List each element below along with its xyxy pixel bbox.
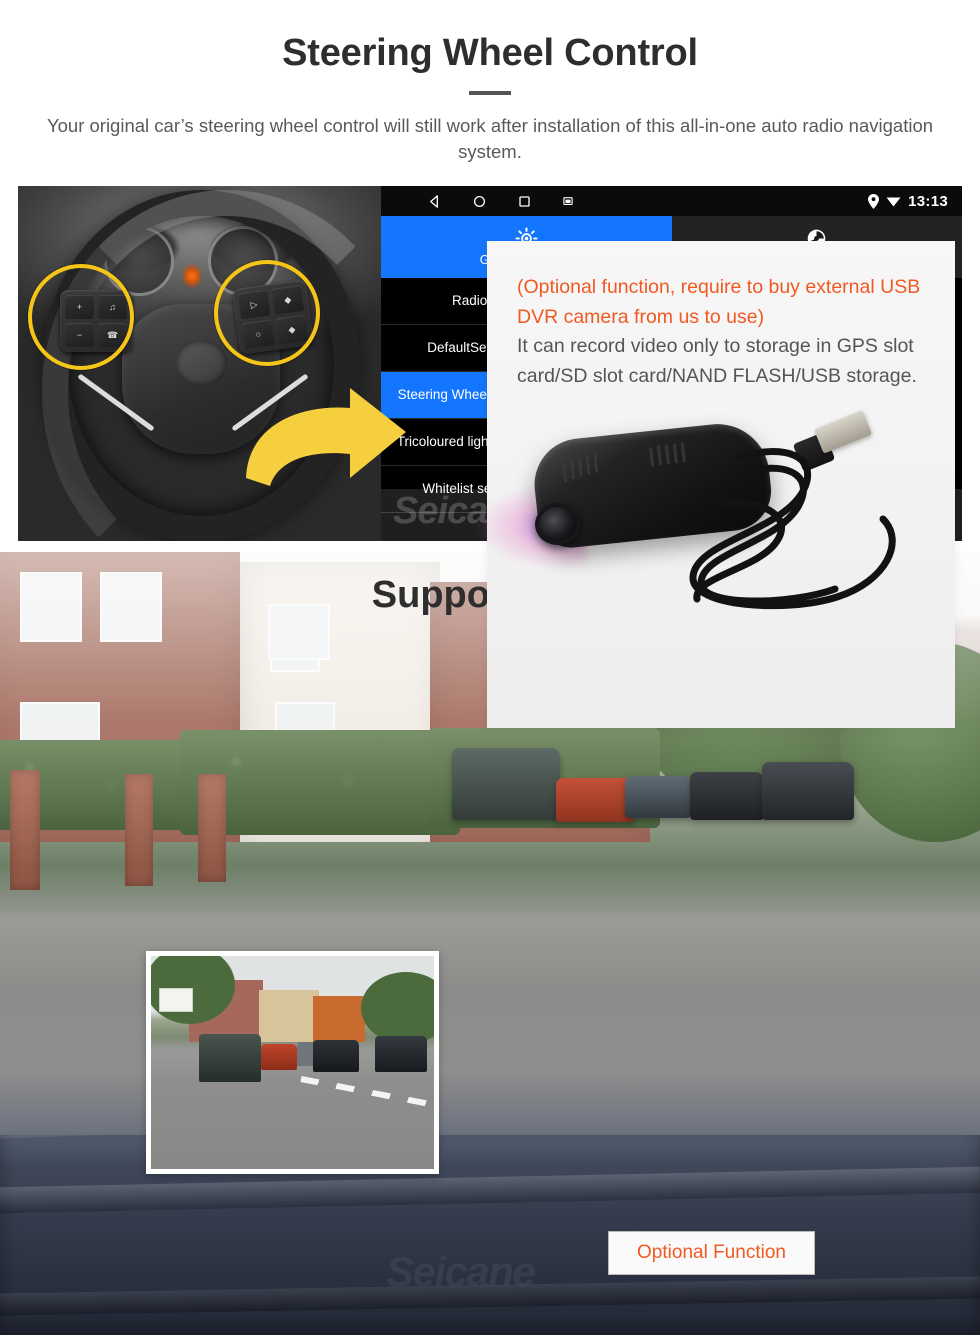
dc-car-suv-right <box>375 1036 427 1072</box>
back-icon[interactable] <box>427 194 442 209</box>
optional-function-button[interactable]: Optional Function <box>608 1231 815 1275</box>
brick-post <box>10 770 40 890</box>
brick-post <box>198 774 226 882</box>
dashcam-preview-frame <box>146 951 439 1174</box>
recents-icon[interactable] <box>517 194 532 209</box>
dvr-info-panel: (Optional function, require to buy exter… <box>477 241 955 728</box>
dc-lane-markings <box>300 1076 434 1117</box>
highlight-circle-left <box>28 264 134 370</box>
android-nav-buttons <box>427 194 574 209</box>
highlight-circle-right <box>214 260 320 366</box>
car-red <box>556 778 634 822</box>
car-suv-left <box>452 748 560 820</box>
car-dark <box>690 772 764 820</box>
brick-post <box>125 774 153 886</box>
screenshot-icon[interactable] <box>562 195 574 207</box>
car-suv-right <box>762 762 854 820</box>
wifi-icon <box>886 197 901 207</box>
usb-cable <box>689 448 896 610</box>
airbag-emblem <box>175 340 227 386</box>
dc-car-red <box>261 1044 297 1070</box>
dvr-note-gray: It can record video only to storage in G… <box>517 335 917 387</box>
status-clock: 13:13 <box>908 192 948 210</box>
dc-car-dark <box>313 1040 359 1072</box>
status-indicators: 13:13 <box>868 186 948 216</box>
location-icon <box>868 193 880 209</box>
home-icon[interactable] <box>472 194 487 209</box>
page-subtitle: Your original car’s steering wheel contr… <box>46 115 934 163</box>
dc-house <box>313 996 365 1042</box>
android-status-bar: 13:13 <box>381 186 962 216</box>
dashboard-ridge-lower <box>0 1276 980 1316</box>
yellow-arrow-icon <box>246 388 406 486</box>
dc-house <box>259 990 319 1042</box>
dc-for-sale-sign <box>159 988 193 1012</box>
dc-tree <box>361 972 434 1044</box>
dc-car-suv <box>199 1034 261 1082</box>
usb-dvr-camera-photo <box>477 391 955 671</box>
title-divider <box>469 91 511 95</box>
car-grey <box>625 776 691 818</box>
page-title: Steering Wheel Control <box>282 32 698 74</box>
dashcam-video-preview <box>151 956 434 1169</box>
dvr-note-orange: (Optional function, require to buy exter… <box>517 276 921 328</box>
